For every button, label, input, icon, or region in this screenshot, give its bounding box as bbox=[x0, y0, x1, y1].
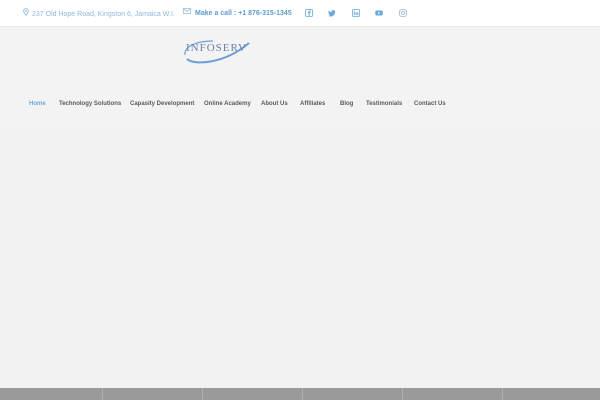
logo-text: INFOSERV bbox=[186, 42, 247, 54]
main-nav: Home Technology Solutions Capasity Devel… bbox=[0, 99, 600, 111]
footer-strip bbox=[0, 388, 600, 400]
twitter-icon[interactable] bbox=[328, 9, 336, 17]
facebook-icon[interactable] bbox=[305, 9, 313, 17]
phone-text[interactable]: Make a call : +1 876-315-1345 bbox=[195, 10, 292, 17]
map-pin-icon bbox=[23, 8, 29, 20]
site-logo[interactable]: INFOSERV bbox=[183, 37, 253, 67]
mail-icon bbox=[183, 8, 191, 18]
linkedin-icon[interactable] bbox=[352, 9, 360, 17]
address-text: 237 Old Hope Road, Kingston 6, Jamaica W… bbox=[32, 10, 175, 18]
nav-item-home[interactable]: Home bbox=[29, 99, 46, 109]
contact-info[interactable]: Make a call : +1 876-315-1345 bbox=[183, 8, 292, 19]
site-header bbox=[0, 27, 600, 130]
footer-divider bbox=[502, 388, 503, 400]
nav-item-blog[interactable]: Blog bbox=[340, 99, 353, 109]
hero-section bbox=[0, 130, 600, 388]
top-bar: 237 Old Hope Road, Kingston 6, Jamaica W… bbox=[0, 0, 600, 27]
footer-divider bbox=[102, 388, 103, 400]
nav-item-contact-us[interactable]: Contact Us bbox=[414, 99, 446, 109]
nav-item-about-us[interactable]: About Us bbox=[261, 99, 288, 109]
footer-divider bbox=[402, 388, 403, 400]
nav-item-technology-solutions[interactable]: Technology Solutions bbox=[59, 99, 121, 109]
nav-item-online-academy[interactable]: Online Academy bbox=[204, 99, 251, 109]
address-info: 237 Old Hope Road, Kingston 6, Jamaica W… bbox=[23, 8, 175, 20]
nav-item-testimonials[interactable]: Testimonials bbox=[366, 99, 402, 109]
instagram-icon[interactable] bbox=[399, 9, 407, 17]
nav-item-affiliates[interactable]: Affiliates bbox=[300, 99, 325, 109]
footer-divider bbox=[302, 388, 303, 400]
footer-divider bbox=[202, 388, 203, 400]
youtube-icon[interactable] bbox=[375, 9, 383, 17]
nav-item-capasity-development[interactable]: Capasity Development bbox=[130, 99, 194, 109]
